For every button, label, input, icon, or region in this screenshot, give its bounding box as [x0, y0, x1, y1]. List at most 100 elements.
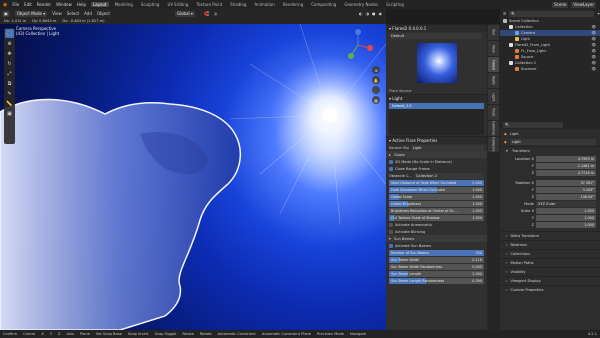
- source-list-item[interactable]: Default_2.0: [389, 103, 484, 109]
- cursor-tool-icon[interactable]: ⊕: [5, 39, 14, 48]
- glows-subpanel[interactable]: ▸ Glows: [386, 151, 487, 158]
- sidebar-tab-tool[interactable]: Tool: [488, 25, 499, 40]
- collapsed-section[interactable]: › Delta Transform: [500, 231, 600, 240]
- slider-field[interactable]: Ctrl Texture Scale of Shadow 1.000: [389, 215, 484, 221]
- sun-beams-checkbox[interactable]: [389, 243, 393, 248]
- transform-value-field[interactable]: 106.94°: [536, 193, 596, 200]
- sidebar-tab-flared[interactable]: Flared: [488, 57, 499, 72]
- slider-field[interactable]: Global Scale 1.000: [389, 194, 484, 200]
- slider-field[interactable]: Brightness Reduction at Center of Sc... 1…: [389, 208, 484, 214]
- overlay-icon[interactable]: ◑: [366, 11, 370, 16]
- object-name-field[interactable]: Light: [509, 139, 596, 145]
- menu-window[interactable]: Window: [56, 2, 72, 7]
- snap-icon[interactable]: 🧲: [204, 11, 209, 16]
- shading-solid-icon[interactable]: ●: [372, 11, 376, 16]
- navigation-gizmo[interactable]: [341, 28, 375, 62]
- eye-icon[interactable]: 👁: [591, 31, 600, 35]
- workspace-tab[interactable]: Modeling: [113, 2, 135, 7]
- sidebar-tab-light[interactable]: Light: [488, 89, 499, 104]
- viewport-menu-object[interactable]: Object: [97, 11, 110, 16]
- source-obj-field[interactable]: Light: [410, 144, 484, 151]
- workspace-tab[interactable]: Texture Paint: [194, 2, 224, 7]
- outliner-search[interactable]: 🔍: [509, 10, 595, 17]
- orientation-dropdown[interactable]: Global ▾: [174, 10, 195, 17]
- eye-icon[interactable]: 👁: [591, 25, 600, 29]
- addon-header[interactable]: ▾ Flared2 0.4.0.0.1: [386, 24, 487, 32]
- eye-icon[interactable]: 👁: [591, 61, 600, 65]
- eye-icon[interactable]: 👁: [591, 55, 600, 59]
- blinking-checkbox[interactable]: [389, 229, 393, 234]
- camera-view-icon[interactable]: 🎥: [372, 86, 380, 94]
- transform-value-field[interactable]: 1.000: [536, 214, 596, 221]
- slider-field[interactable]: Sun Beam Length Randomness 0.390: [389, 278, 484, 284]
- slider-field[interactable]: Sun Beam Width 0.118: [389, 257, 484, 263]
- viewport-menu-select[interactable]: Select: [67, 11, 79, 16]
- slider-field[interactable]: Start Distance of Fade When Occluded 2.00…: [389, 180, 484, 186]
- workspace-tab[interactable]: Scripting: [384, 2, 406, 7]
- measure-tool-icon[interactable]: 📏: [5, 99, 14, 108]
- scene-selector[interactable]: Scene: [552, 1, 569, 8]
- obstacle-field[interactable]: Collection 2: [413, 172, 484, 179]
- ortho-toggle-icon[interactable]: ▦: [372, 96, 380, 104]
- slider-field[interactable]: Fade Slowdown When Occluded 1.000: [389, 187, 484, 193]
- slider-field[interactable]: Number of Sun Beams 300: [389, 250, 484, 256]
- collapsed-section[interactable]: › Relations: [500, 240, 600, 249]
- outliner-editor-icon[interactable]: ☰: [503, 12, 506, 16]
- sidebar-tab-rigify[interactable]: Rigify: [488, 73, 499, 88]
- scale-tool-icon[interactable]: ⤢: [5, 69, 14, 78]
- preset-dropdown[interactable]: Default: [389, 32, 482, 39]
- add-cube-tool-icon[interactable]: ▣: [5, 109, 14, 118]
- collapsed-section[interactable]: › Viewport Display: [500, 276, 600, 285]
- menu-render[interactable]: Render: [37, 2, 51, 7]
- proportional-icon[interactable]: ◎: [214, 11, 218, 16]
- select-tool-icon[interactable]: ⬚: [5, 29, 14, 38]
- eye-icon[interactable]: 👁: [591, 43, 600, 47]
- workspace-tab[interactable]: Rendering: [281, 2, 305, 7]
- sidebar-tab-compute[interactable]: Compute: [488, 137, 499, 152]
- slider-field[interactable]: Sun Beam Length 2.000: [389, 271, 484, 277]
- 3d-viewport[interactable]: Camera Perspective (43) Collection | Lig…: [0, 24, 386, 330]
- transform-value-field[interactable]: 37.261°: [536, 179, 596, 186]
- collapsed-section[interactable]: › Custom Properties: [500, 285, 600, 294]
- collapsed-section[interactable]: › Collections: [500, 249, 600, 258]
- shading-render-icon[interactable]: ◉: [379, 11, 383, 16]
- active-flare-header[interactable]: ▾ Active Flare Properties: [386, 136, 487, 144]
- transform-value-field[interactable]: 4.7963 m: [536, 155, 596, 162]
- transform-value-field[interactable]: 1.000: [536, 207, 596, 214]
- anamorphic-checkbox[interactable]: [389, 222, 393, 227]
- visibility-icon[interactable]: ◐: [359, 11, 363, 16]
- move-tool-icon[interactable]: ✥: [5, 49, 14, 58]
- transform-value-field[interactable]: 4.7716 m: [536, 169, 596, 176]
- menu-edit[interactable]: Edit: [24, 2, 32, 7]
- mode-2d-checkbox[interactable]: [389, 159, 393, 164]
- workspace-tab[interactable]: Animation: [252, 2, 276, 7]
- rotate-tool-icon[interactable]: ↻: [5, 59, 14, 68]
- workspace-tab[interactable]: Shading: [228, 2, 248, 7]
- blender-logo-icon[interactable]: ◉: [3, 2, 7, 8]
- workspace-tab[interactable]: UV Editing: [165, 2, 190, 7]
- flare-source-list[interactable]: Default_2.0: [389, 103, 484, 135]
- menu-help[interactable]: Help: [77, 2, 86, 7]
- viewport-menu-add[interactable]: Add: [84, 11, 92, 16]
- eye-icon[interactable]: 👁: [591, 37, 600, 41]
- transform-section[interactable]: ▾ Transform: [500, 146, 600, 155]
- sidebar-tab-cameras[interactable]: Cameras: [488, 121, 499, 136]
- eye-icon[interactable]: 👁: [591, 67, 600, 71]
- workspace-tab[interactable]: Layout: [90, 2, 109, 7]
- transform-value-field[interactable]: 3.163°: [536, 186, 596, 193]
- rotation-mode-dropdown[interactable]: XYZ Euler: [536, 200, 596, 207]
- close-range-checkbox[interactable]: [389, 166, 393, 171]
- view-layer-selector[interactable]: ViewLayer: [571, 1, 596, 8]
- sidebar-tab-track[interactable]: Track: [488, 105, 499, 120]
- eye-icon[interactable]: 👁: [591, 49, 600, 53]
- slider-field[interactable]: Global Brightness 1.000: [389, 201, 484, 207]
- slider-field[interactable]: Sun Beam Width Randomness 0.000: [389, 264, 484, 270]
- transform-value-field[interactable]: 1.1461 m: [536, 162, 596, 169]
- sidebar-tab-view[interactable]: View: [488, 41, 499, 56]
- menu-file[interactable]: File: [12, 2, 19, 7]
- transform-tool-icon[interactable]: ⧉: [5, 79, 14, 88]
- collapsed-section[interactable]: › Visibility: [500, 267, 600, 276]
- zoom-icon[interactable]: ⊕: [372, 66, 380, 74]
- workspace-tab[interactable]: Geometry Nodes: [342, 2, 380, 7]
- annotate-tool-icon[interactable]: ✎: [5, 89, 14, 98]
